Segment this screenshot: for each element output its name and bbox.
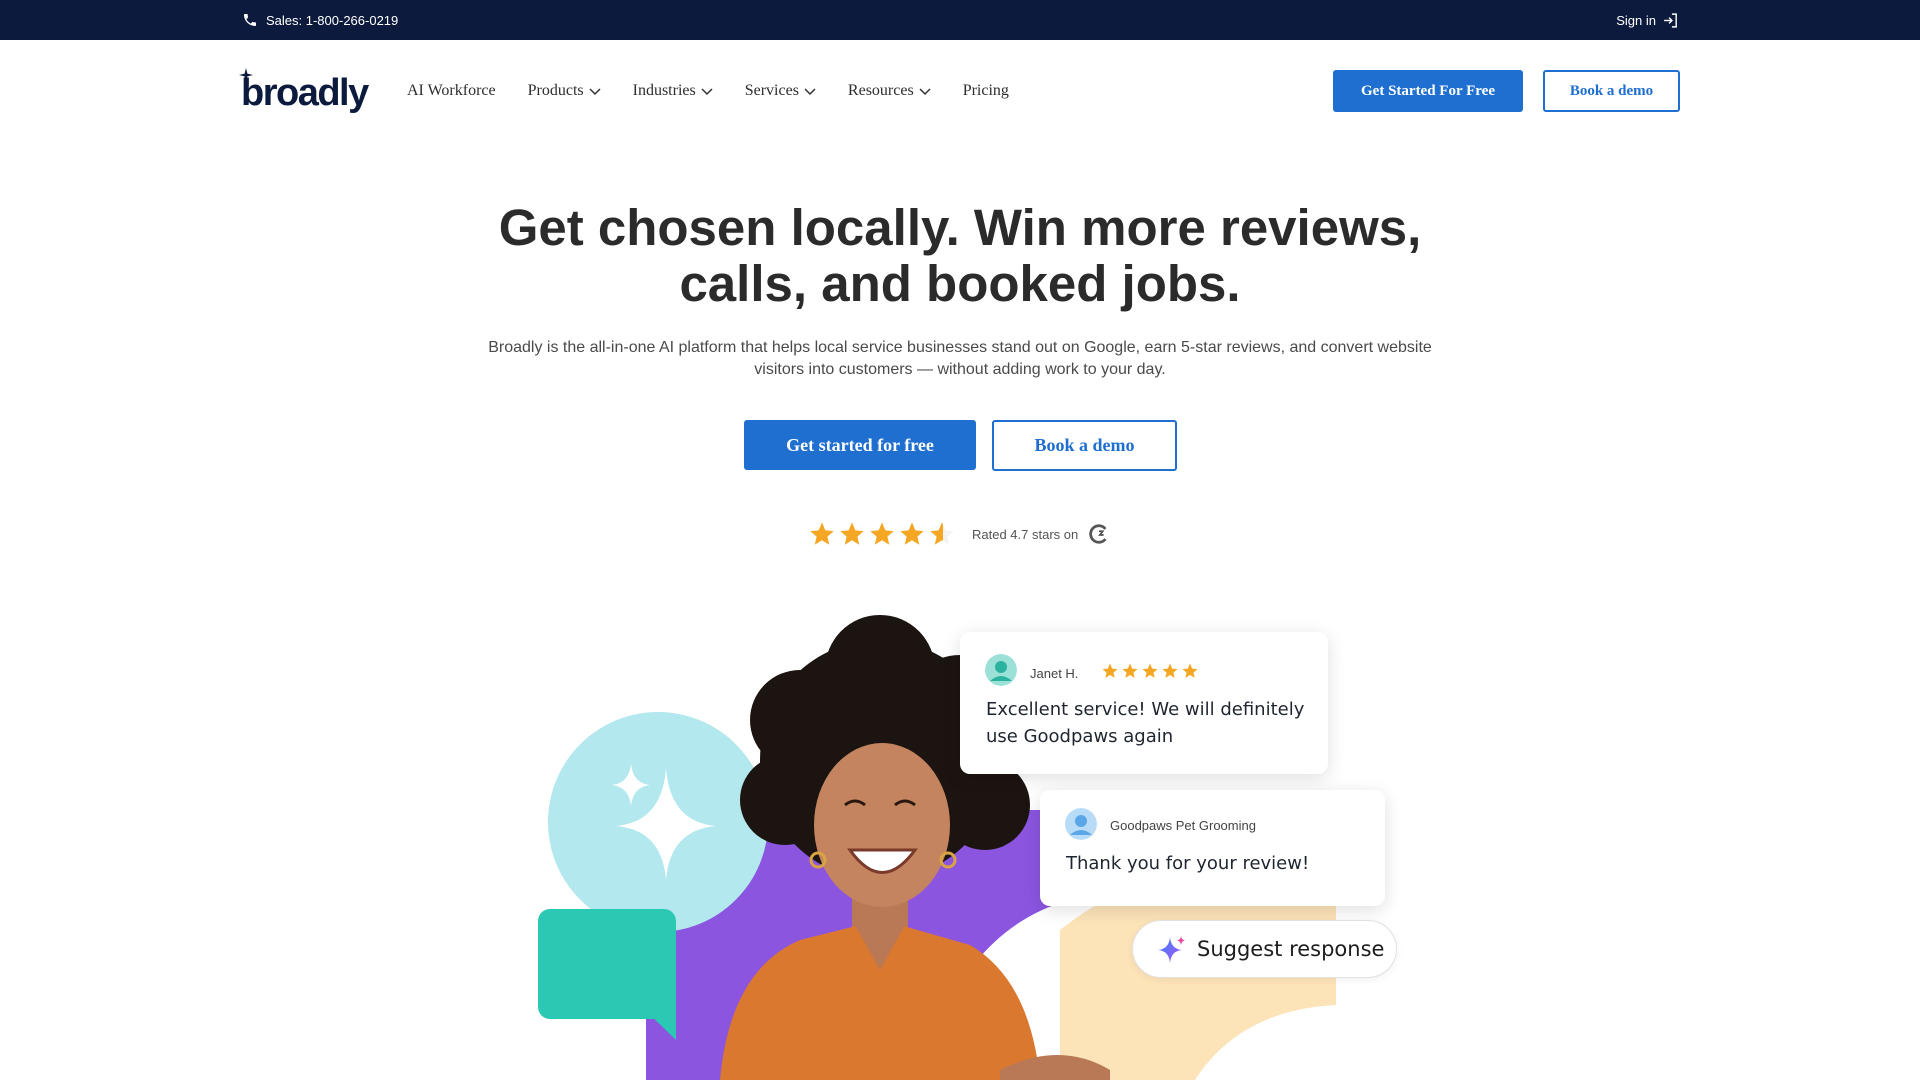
nav-item-industries[interactable]: Industries (633, 82, 713, 100)
chevron-down-icon (804, 88, 816, 96)
star-icon (1182, 663, 1198, 678)
hero-subtitle-line-1: Broadly is the all-in-one AI platform th… (488, 339, 1432, 356)
reviewer-name: Janet H. (1030, 666, 1079, 681)
book-demo-button[interactable]: Book a demo (1543, 70, 1680, 112)
sales-phone-link[interactable]: Sales: 1-800-266-0219 (242, 0, 398, 40)
sign-in-icon (1664, 12, 1677, 28)
get-started-free-button[interactable]: Get Started For Free (1333, 70, 1523, 112)
star-icon (1122, 663, 1138, 678)
nav-item-label: Resources (847, 82, 914, 99)
star-icon (900, 522, 924, 545)
hero-book-demo-button[interactable]: Book a demo (992, 420, 1177, 471)
business-name: Goodpaws Pet Grooming (1110, 818, 1256, 833)
nav-item-label: Services (744, 82, 799, 99)
avatar (985, 654, 1017, 686)
review-text-line-1: Excellent service! We will definitely (986, 699, 1305, 720)
star-icon (1162, 663, 1178, 678)
sales-phone-text: Sales: 1-800-266-0219 (266, 12, 399, 28)
g2-icon (1089, 524, 1107, 544)
nav-item-ai-workforce[interactable]: AI Workforce (407, 82, 496, 100)
nav-item-pricing[interactable]: Pricing (963, 82, 1009, 100)
chevron-down-icon (919, 88, 931, 96)
logo-sparkle-icon (239, 68, 253, 82)
nav-item-label: Industries (632, 82, 696, 99)
hero-title-line-1: Get chosen locally. Win more reviews, (498, 199, 1422, 256)
hero-illustration: Janet H. Excellent service! We will defi… (0, 600, 1920, 1080)
review-text-line-2: use Goodpaws again (986, 726, 1174, 747)
star-icon (810, 522, 834, 545)
rating-text: Rated 4.7 stars on (972, 526, 1079, 542)
star-icon (1142, 663, 1158, 678)
broadly-logo[interactable]: broadly (239, 68, 369, 114)
rating-stars (808, 520, 956, 548)
suggest-response-label: Suggest response (1197, 937, 1385, 961)
logo-text: broadly (241, 72, 369, 114)
review-text: Excellent service! We will definitely us… (986, 696, 1316, 750)
nav-links: AI Workforce Products Industries Service… (407, 40, 1009, 142)
nav-item-resources[interactable]: Resources (848, 82, 931, 100)
suggest-response-button[interactable]: Suggest response (1132, 920, 1397, 978)
star-icon (870, 522, 894, 545)
hero-get-started-button[interactable]: Get started for free (744, 420, 976, 470)
chevron-down-icon (701, 88, 713, 96)
sign-in-text: Sign in (1616, 12, 1656, 28)
hero-title: Get chosen locally. Win more reviews, ca… (360, 200, 1560, 312)
star-icon (1102, 663, 1118, 678)
chevron-down-icon (589, 88, 601, 96)
hero-subtitle-line-2: visitors into customers — without adding… (754, 361, 1166, 378)
nav-item-label: AI Workforce (407, 82, 496, 99)
main-navigation: broadly AI Workforce Products Industries… (0, 40, 1920, 142)
top-bar: Sales: 1-800-266-0219 Sign in (0, 0, 1920, 40)
rating-badge[interactable]: Rated 4.7 stars on (808, 518, 1110, 550)
review-card: Janet H. Excellent service! We will defi… (960, 632, 1328, 774)
hero-title-line-2: calls, and booked jobs. (679, 255, 1241, 312)
star-icon (840, 522, 864, 545)
phone-icon (244, 14, 256, 26)
sign-in-link[interactable]: Sign in (1616, 0, 1679, 40)
nav-item-label: Pricing (962, 82, 1009, 99)
hero-subtitle: Broadly is the all-in-one AI platform th… (460, 337, 1460, 381)
reply-text: Thank you for your review! (1066, 853, 1310, 874)
nav-item-label: Products (527, 82, 584, 99)
avatar (1065, 808, 1097, 840)
nav-item-services[interactable]: Services (745, 82, 816, 100)
sparkle-icon (1158, 936, 1185, 963)
nav-item-products[interactable]: Products (528, 82, 601, 100)
teal-chat-bubble (538, 909, 676, 1019)
review-stars (1101, 662, 1199, 680)
half-star-icon (930, 522, 954, 545)
reply-card: Goodpaws Pet Grooming Thank you for your… (1040, 790, 1385, 906)
